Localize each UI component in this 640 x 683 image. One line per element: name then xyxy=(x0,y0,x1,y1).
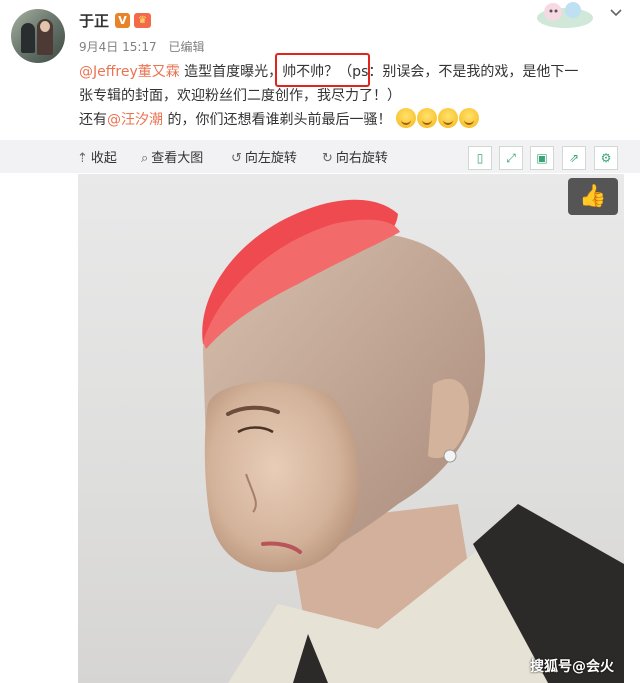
rotate-right-button[interactable]: ↻ 向右旋转 xyxy=(322,147,388,166)
highlight-box xyxy=(275,53,370,87)
decoration-illustration xyxy=(537,2,593,28)
avatar[interactable] xyxy=(11,9,65,63)
rotate-right-icon: ↻ xyxy=(322,151,333,166)
verified-badge-icon: V xyxy=(115,13,130,28)
search-icon: ⌕ xyxy=(141,151,149,166)
view-large-button[interactable]: ⌕ 查看大图 xyxy=(141,147,203,166)
member-crown-icon: ♛ xyxy=(134,13,151,28)
mention-link[interactable]: @Jeffrey董又霖 xyxy=(79,64,180,80)
chevron-down-icon[interactable] xyxy=(606,4,626,24)
expand-icon[interactable]: ⤢ xyxy=(499,146,523,170)
emoji-icon xyxy=(395,108,416,128)
arrow-up-icon: ⇡ xyxy=(77,151,88,166)
post-date[interactable]: 9月4日 15:17 xyxy=(79,40,157,54)
settings-icon[interactable]: ⚙ xyxy=(594,146,618,170)
collapse-label: 收起 xyxy=(90,151,117,166)
rotate-left-label: 向左旋转 xyxy=(244,151,297,166)
post-text-segment: 的，你们还想看谁剃头前最后一骚！ xyxy=(163,112,392,128)
post-text-segment: 还有 xyxy=(79,112,107,128)
watermark: 搜狐号@会火 xyxy=(530,659,614,675)
emoji-icon xyxy=(437,108,458,128)
emoji-icon xyxy=(458,108,479,128)
portrait-illustration xyxy=(202,199,624,683)
avatar-figure xyxy=(21,23,35,53)
collapse-button[interactable]: ⇡ 收起 xyxy=(77,147,117,166)
thumbs-up-icon[interactable]: 👍 xyxy=(568,178,618,215)
avatar-face xyxy=(40,21,50,32)
save-icon[interactable]: ▣ xyxy=(530,146,554,170)
post-text-segment: 造型首度曝光， xyxy=(179,64,283,80)
phone-icon[interactable]: ▯ xyxy=(468,146,492,170)
post-photo[interactable] xyxy=(78,174,624,683)
username[interactable]: 于正 xyxy=(79,10,109,31)
view-large-label: 查看大图 xyxy=(151,151,204,166)
edited-label[interactable]: 已编辑 xyxy=(169,40,205,54)
rotate-left-icon: ↺ xyxy=(231,151,242,166)
rotate-right-label: 向右旋转 xyxy=(335,151,388,166)
post-line: 还有@汪汐潮 的，你们还想看谁剃头前最后一骚！ xyxy=(79,108,627,132)
post-text-segment: （ps：别误会，不是我的戏，是他下一 xyxy=(338,64,579,80)
share-icon[interactable]: ⇗ xyxy=(562,146,586,170)
post-text-segment: 张专辑的封面，欢迎粉丝们二度创作，我尽力了！） xyxy=(79,88,401,104)
post-meta: 9月4日 15:17 已编辑 xyxy=(79,38,213,55)
rotate-left-button[interactable]: ↺ 向左旋转 xyxy=(231,147,297,166)
post-line: 张专辑的封面，欢迎粉丝们二度创作，我尽力了！） xyxy=(79,84,627,108)
emoji-icon xyxy=(416,108,437,128)
mention-link[interactable]: @汪汐潮 xyxy=(107,112,163,128)
